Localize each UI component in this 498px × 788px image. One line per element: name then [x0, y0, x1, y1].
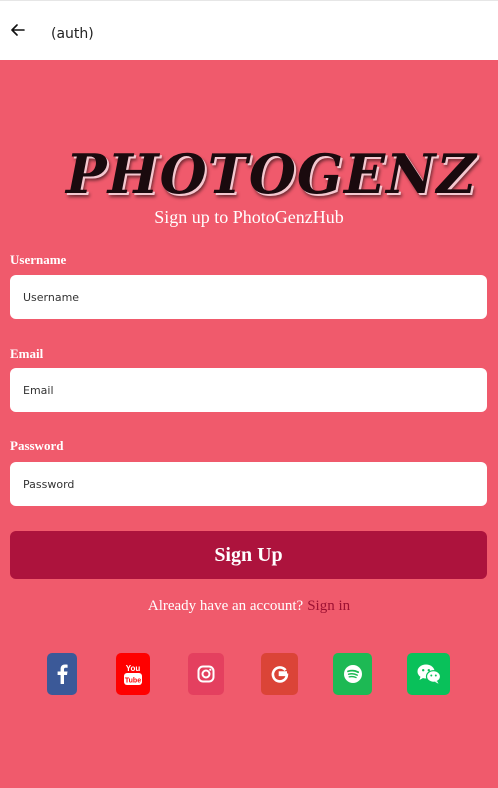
facebook-icon [57, 664, 68, 684]
back-button[interactable] [9, 19, 27, 41]
facebook-button[interactable] [47, 653, 77, 695]
youtube-icon: You Tube [124, 664, 142, 685]
username-input[interactable] [10, 275, 487, 319]
svg-text:Tube: Tube [125, 678, 141, 685]
sign-in-link[interactable]: Sign in [307, 598, 350, 614]
page-title: (auth) [51, 26, 94, 42]
email-input[interactable] [10, 368, 487, 412]
youtube-button[interactable]: You Tube [116, 653, 150, 695]
email-label: Email [10, 346, 44, 361]
instagram-button[interactable] [188, 653, 224, 695]
wechat-button[interactable] [407, 653, 450, 695]
top-header: (auth) [0, 0, 498, 60]
signin-prompt: Already have an account? Sign in [0, 598, 498, 615]
password-input[interactable] [10, 462, 487, 506]
svg-text:You: You [126, 664, 141, 673]
sign-up-button[interactable]: Sign Up [10, 531, 487, 579]
spotify-button[interactable] [333, 653, 372, 695]
google-icon [271, 666, 288, 683]
username-label: Username [10, 252, 67, 267]
signin-question: Already have an account? [147, 598, 304, 614]
password-label: Password [10, 438, 64, 453]
wechat-icon [417, 664, 441, 684]
brand-logo: PHOTOGENZ [66, 142, 477, 206]
instagram-icon [197, 665, 215, 683]
signup-subtitle: Sign up to PhotoGenzHub [154, 207, 344, 227]
signup-panel: PHOTOGENZ Sign up to PhotoGenzHub Userna… [0, 60, 498, 788]
spotify-icon [343, 665, 362, 683]
google-button[interactable] [261, 653, 298, 695]
arrow-left-icon [11, 24, 25, 36]
